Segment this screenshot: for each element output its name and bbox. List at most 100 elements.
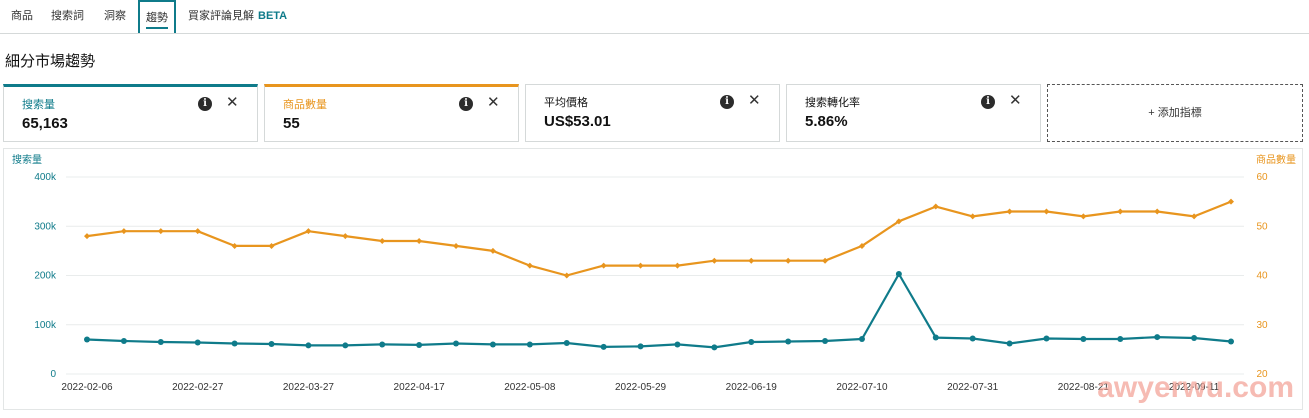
right-tick-label: 30	[1256, 320, 1268, 331]
info-icon[interactable]: i	[720, 95, 734, 109]
data-point[interactable]	[268, 340, 275, 347]
data-point[interactable]	[785, 338, 792, 345]
series-line-1	[86, 200, 1232, 277]
x-tick-label: 2022-07-31	[947, 382, 999, 393]
data-point[interactable]	[120, 338, 127, 345]
data-point[interactable]	[1080, 213, 1087, 220]
data-point[interactable]	[526, 341, 533, 348]
metric-card-product-count[interactable]: 商品數量 55 i ✕	[264, 84, 519, 142]
tab-buyer-reviews-label: 買家評論見解	[188, 10, 254, 22]
metric-value: US$53.01	[544, 113, 611, 130]
data-point[interactable]	[305, 228, 312, 235]
info-icon[interactable]: i	[981, 95, 995, 109]
data-point[interactable]	[416, 238, 423, 245]
x-tick-label: 2022-07-10	[836, 382, 888, 393]
data-point[interactable]	[563, 339, 570, 346]
data-point[interactable]	[157, 228, 164, 235]
data-point[interactable]	[858, 336, 865, 343]
data-point[interactable]	[1191, 335, 1198, 342]
metric-card-search-volume[interactable]: 搜索量 65,163 i ✕	[3, 84, 258, 142]
data-point[interactable]	[84, 336, 90, 343]
data-point[interactable]	[822, 338, 829, 345]
data-point[interactable]	[268, 242, 275, 249]
data-point[interactable]	[1117, 208, 1124, 215]
data-point[interactable]	[637, 343, 644, 350]
metric-label: 搜索量	[22, 99, 55, 111]
info-icon[interactable]: i	[459, 97, 473, 111]
x-tick-label: 2022-02-06	[61, 382, 113, 393]
close-icon[interactable]: ✕	[1009, 91, 1022, 109]
data-point[interactable]	[1006, 208, 1013, 215]
data-point[interactable]	[305, 342, 312, 349]
close-icon[interactable]: ✕	[748, 91, 761, 109]
data-point[interactable]	[600, 262, 607, 269]
chart-axes: 搜索量 商品數量0100k200k300k400k20304050602022-0…	[12, 153, 1296, 393]
data-point[interactable]	[342, 233, 349, 240]
left-tick-label: 200k	[34, 271, 57, 282]
data-point[interactable]	[342, 342, 349, 349]
tab-bar: 商品 搜索詞 洞察 趨勢 買家評論見解 BETA	[0, 0, 1309, 34]
data-point[interactable]	[1117, 336, 1124, 343]
data-point[interactable]	[453, 242, 460, 249]
data-point[interactable]	[194, 228, 201, 235]
data-point[interactable]	[932, 334, 939, 341]
metric-label: 搜索轉化率	[805, 97, 860, 109]
data-point[interactable]	[120, 228, 127, 235]
data-point[interactable]	[1228, 338, 1234, 345]
close-icon[interactable]: ✕	[487, 93, 500, 111]
x-tick-label: 2022-03-27	[283, 382, 335, 393]
data-point[interactable]	[969, 213, 976, 220]
tab-products[interactable]: 商品	[11, 0, 33, 33]
tab-active-underline	[146, 27, 168, 29]
data-point[interactable]	[1006, 340, 1013, 347]
data-point[interactable]	[194, 339, 201, 346]
data-point[interactable]	[526, 262, 533, 269]
data-point[interactable]	[637, 262, 644, 269]
data-point[interactable]	[932, 203, 939, 210]
data-point[interactable]	[1154, 334, 1161, 341]
left-tick-label: 0	[50, 369, 56, 380]
data-point[interactable]	[416, 341, 423, 348]
data-point[interactable]	[231, 242, 238, 249]
data-point[interactable]	[822, 257, 829, 264]
data-point[interactable]	[84, 233, 90, 240]
tab-buyer-reviews[interactable]: 買家評論見解 BETA	[188, 0, 287, 33]
data-point[interactable]	[1043, 335, 1050, 342]
data-point[interactable]	[674, 262, 681, 269]
data-point[interactable]	[1191, 213, 1198, 220]
info-icon[interactable]: i	[198, 97, 212, 111]
data-point[interactable]	[563, 272, 570, 279]
right-tick-label: 50	[1256, 221, 1268, 232]
metric-card-average-price[interactable]: 平均價格 US$53.01 i ✕	[525, 84, 780, 142]
data-point[interactable]	[453, 340, 460, 347]
data-point[interactable]	[157, 338, 164, 345]
x-tick-label: 2022-04-17	[394, 382, 446, 393]
data-point[interactable]	[748, 257, 755, 264]
page-title: 細分市場趨勢	[5, 53, 96, 70]
tab-search-terms[interactable]: 搜索詞	[51, 0, 84, 33]
data-point[interactable]	[600, 343, 607, 350]
data-point[interactable]	[785, 257, 792, 264]
data-point[interactable]	[379, 341, 386, 348]
data-point[interactable]	[1080, 336, 1087, 343]
tab-trends[interactable]: 趨勢	[138, 0, 176, 33]
right-tick-label: 40	[1256, 271, 1268, 282]
data-point[interactable]	[748, 338, 755, 345]
metric-value: 5.86%	[805, 113, 848, 130]
data-point[interactable]	[231, 340, 238, 347]
tab-insights[interactable]: 洞察	[104, 0, 126, 33]
data-point[interactable]	[711, 344, 718, 351]
data-point[interactable]	[489, 247, 496, 254]
data-point[interactable]	[969, 335, 976, 342]
add-metric-button[interactable]: + 添加指標	[1047, 84, 1303, 142]
data-point[interactable]	[895, 271, 902, 278]
close-icon[interactable]: ✕	[226, 93, 239, 111]
metric-card-conversion-rate[interactable]: 搜索轉化率 5.86% i ✕	[786, 84, 1041, 142]
data-point[interactable]	[489, 341, 496, 348]
data-point[interactable]	[1228, 198, 1234, 205]
data-point[interactable]	[1043, 208, 1050, 215]
data-point[interactable]	[674, 341, 681, 348]
data-point[interactable]	[379, 238, 386, 245]
data-point[interactable]	[1154, 208, 1161, 215]
data-point[interactable]	[711, 257, 718, 264]
